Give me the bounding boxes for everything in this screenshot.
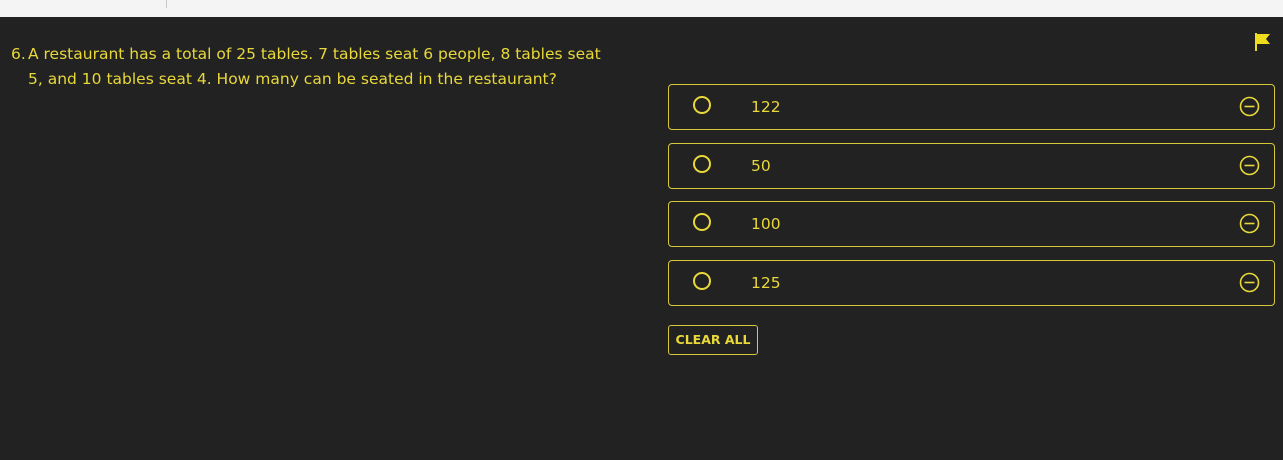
- radio-circle-icon[interactable]: [693, 96, 711, 114]
- answer-option-c[interactable]: 100: [668, 201, 1275, 247]
- answer-label: 50: [751, 156, 771, 175]
- question: 6. A restaurant has a total of 25 tables…: [11, 42, 611, 92]
- answer-label: 125: [751, 273, 781, 292]
- answer-option-b[interactable]: 50: [668, 142, 1275, 189]
- answer-options: 122 50 100 125: [668, 84, 1275, 318]
- answer-label: 122: [751, 98, 781, 116]
- answer-option-a[interactable]: 122: [668, 84, 1275, 130]
- flag-icon[interactable]: [1253, 32, 1273, 52]
- clear-all-button[interactable]: CLEAR ALL: [668, 325, 758, 355]
- minus-circle-icon[interactable]: [1239, 272, 1260, 293]
- minus-circle-icon[interactable]: [1239, 213, 1260, 234]
- top-bar-divider: [166, 0, 167, 8]
- radio-circle-icon[interactable]: [693, 271, 711, 290]
- top-bar: [0, 0, 1283, 17]
- radio-circle-icon[interactable]: [693, 154, 711, 173]
- question-text: A restaurant has a total of 25 tables. 7…: [28, 45, 601, 88]
- minus-circle-icon[interactable]: [1239, 155, 1260, 176]
- radio-circle-icon[interactable]: [693, 213, 711, 231]
- answer-label: 100: [751, 215, 781, 233]
- minus-circle-icon[interactable]: [1239, 96, 1260, 117]
- question-number: 6.: [11, 45, 26, 63]
- answer-option-d[interactable]: 125: [668, 259, 1275, 306]
